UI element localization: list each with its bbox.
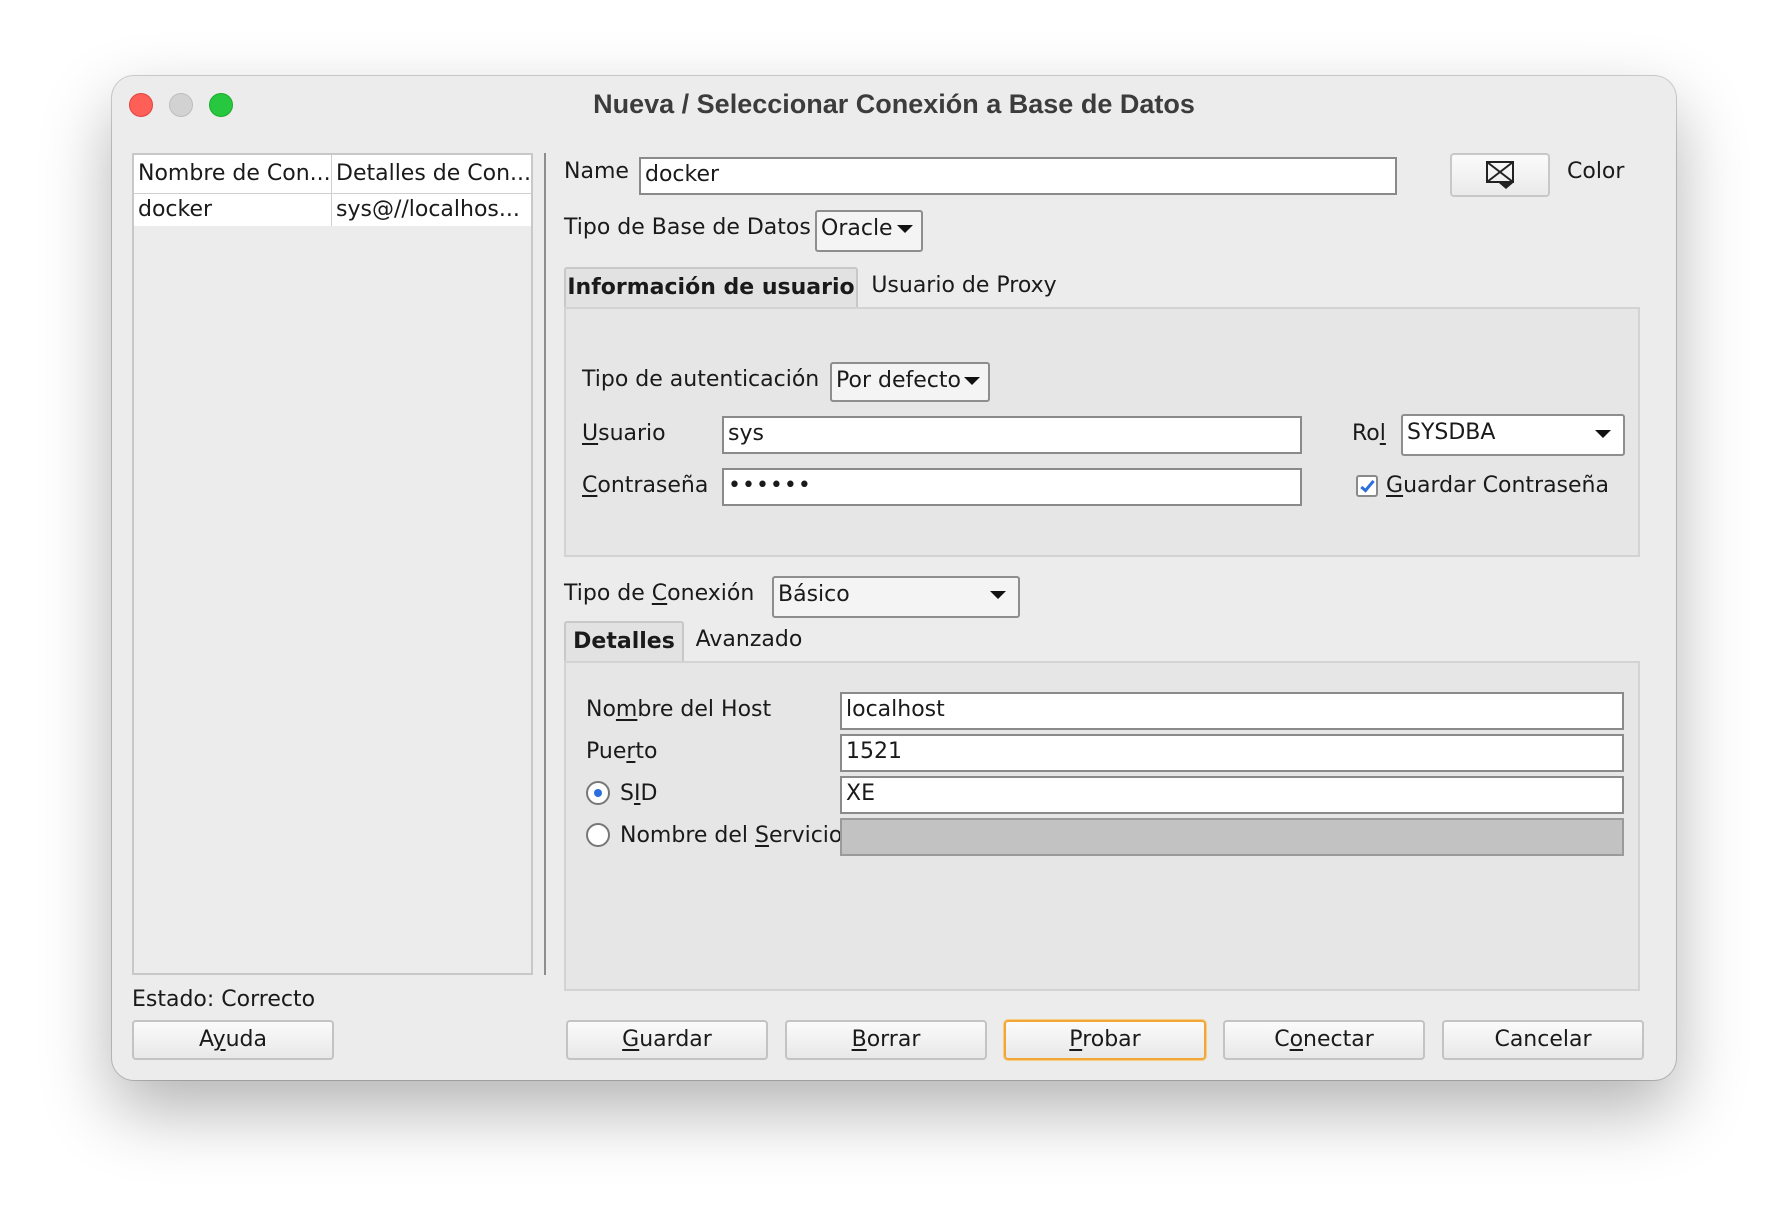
service-name-radio[interactable] — [586, 823, 610, 847]
db-type-label: Tipo de Base de Datos — [564, 215, 811, 240]
status-label: Estado: Correcto — [132, 987, 316, 1012]
tab-details[interactable]: Detalles — [564, 621, 684, 663]
conn-type-select[interactable]: Básico — [772, 576, 1020, 618]
details-panel: Nombre del Host localhost Puerto 1521 SI… — [564, 661, 1640, 991]
role-label: Rol — [1352, 421, 1386, 446]
sid-label[interactable]: SID — [620, 779, 657, 809]
delete-button[interactable]: Borrar — [785, 1020, 987, 1060]
save-password-checkbox[interactable] — [1356, 475, 1378, 497]
minimize-icon[interactable] — [169, 93, 193, 117]
db-type-select[interactable]: Oracle — [815, 210, 923, 252]
port-label: Puerto — [586, 739, 658, 764]
chevron-down-icon — [964, 377, 980, 385]
user-info-panel: Tipo de autenticación Por defecto Usuari… — [564, 307, 1640, 557]
conn-type-value: Básico — [778, 582, 850, 607]
list-item-details: sys@//localhos... — [336, 197, 520, 222]
chevron-down-icon — [990, 591, 1006, 599]
help-button[interactable]: Ayuda — [132, 1020, 334, 1060]
radio-selected-dot — [594, 789, 602, 797]
port-input[interactable]: 1521 — [840, 734, 1624, 772]
color-picker-icon — [1486, 161, 1514, 189]
close-icon[interactable] — [129, 93, 153, 117]
window-title: Nueva / Seleccionar Conexión a Base de D… — [593, 89, 1195, 119]
user-input[interactable]: sys — [722, 416, 1302, 454]
save-password-label[interactable]: Guardar Contraseña — [1386, 471, 1609, 501]
chevron-down-icon — [897, 225, 913, 233]
role-value: SYSDBA — [1407, 420, 1496, 445]
connect-button[interactable]: Conectar — [1223, 1020, 1425, 1060]
password-label: Contraseña — [582, 473, 709, 498]
auth-type-value: Por defecto — [836, 368, 961, 393]
conn-type-label: Tipo de Conexión — [564, 581, 755, 606]
tab-advanced[interactable]: Avanzado — [690, 621, 808, 661]
column-header-name[interactable]: Nombre de Con... — [134, 155, 331, 193]
tab-user-info[interactable]: Información de usuario — [564, 267, 858, 309]
connection-list[interactable]: Nombre de Con... Detalles de Con... dock… — [132, 153, 533, 975]
connection-dialog: Nueva / Seleccionar Conexión a Base de D… — [112, 76, 1676, 1080]
cancel-button[interactable]: Cancelar — [1442, 1020, 1644, 1060]
sid-radio[interactable] — [586, 781, 610, 805]
user-label: Usuario — [582, 421, 666, 446]
zoom-icon[interactable] — [209, 93, 233, 117]
color-button[interactable] — [1450, 153, 1550, 197]
panel-divider[interactable] — [544, 153, 546, 975]
column-header-details[interactable]: Detalles de Con... — [332, 155, 531, 193]
sid-input[interactable]: XE — [840, 776, 1624, 814]
password-input[interactable]: •••••• — [722, 468, 1302, 506]
tab-proxy-user[interactable]: Usuario de Proxy — [864, 267, 1064, 307]
save-button[interactable]: Guardar — [566, 1020, 768, 1060]
checkmark-icon — [1360, 477, 1375, 493]
host-input[interactable]: localhost — [840, 692, 1624, 730]
list-item[interactable]: docker sys@//localhos... — [134, 194, 531, 226]
chevron-down-icon — [1595, 430, 1611, 438]
auth-type-select[interactable]: Por defecto — [830, 362, 990, 402]
test-button[interactable]: Probar — [1004, 1020, 1206, 1060]
db-type-value: Oracle — [821, 216, 893, 241]
role-select[interactable]: SYSDBA — [1401, 414, 1625, 456]
list-header: Nombre de Con... Detalles de Con... — [134, 155, 531, 194]
host-label: Nombre del Host — [586, 697, 772, 722]
name-input[interactable]: docker — [639, 157, 1397, 195]
service-name-label[interactable]: Nombre del Servicio — [620, 821, 842, 851]
name-label: Name — [564, 159, 629, 184]
list-item-name: docker — [138, 197, 213, 222]
auth-type-label: Tipo de autenticación — [582, 367, 820, 392]
color-label: Color — [1567, 159, 1625, 184]
service-name-input — [840, 818, 1624, 856]
